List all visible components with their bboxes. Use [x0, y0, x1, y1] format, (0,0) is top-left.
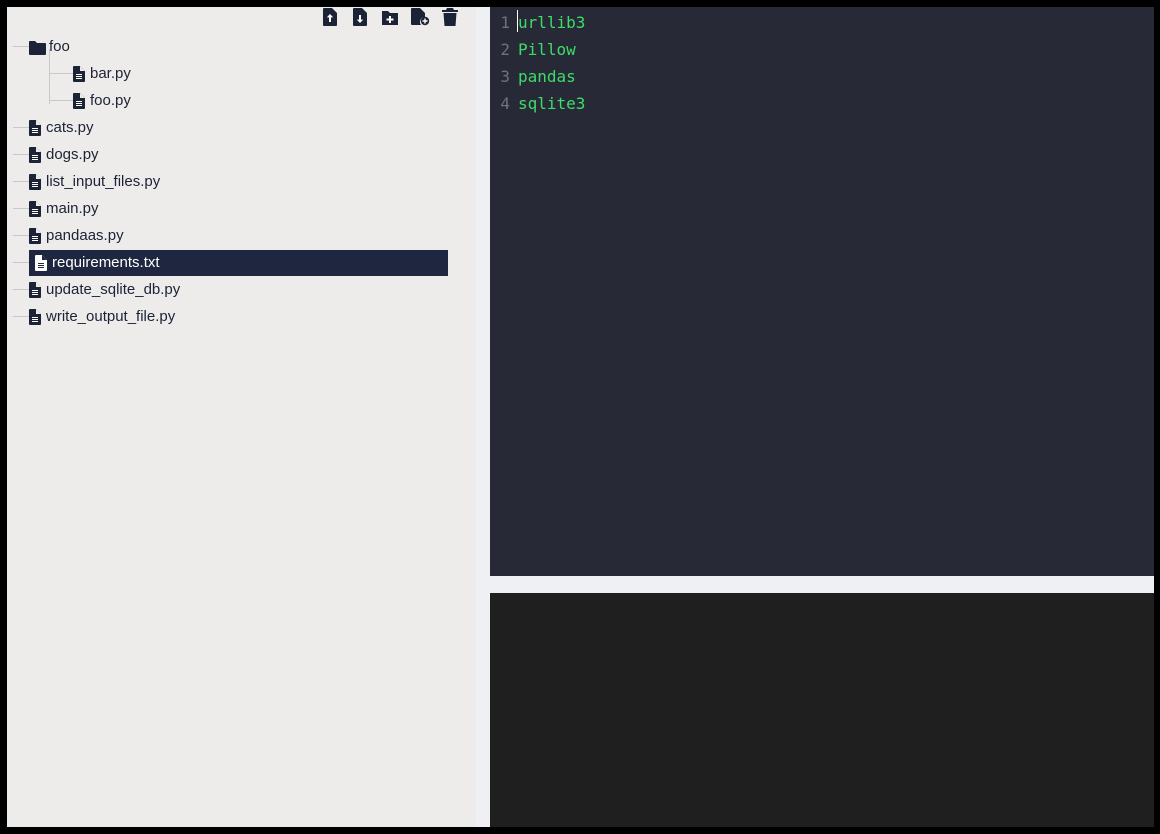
- code-text: pandas: [518, 67, 576, 86]
- tree-connector: [13, 127, 29, 128]
- file-lines-icon: [29, 146, 43, 163]
- explorer-toolbar: [315, 8, 465, 30]
- tree-file[interactable]: write_output_file.py: [29, 304, 175, 330]
- terminal-panel[interactable]: [490, 593, 1154, 827]
- tree-row-file: cats.py: [7, 114, 476, 141]
- tree-file[interactable]: pandaas.py: [29, 223, 124, 249]
- editor-line: 2 Pillow: [490, 36, 1154, 63]
- tree-connector: [49, 73, 73, 74]
- tree-row-file: bar.py: [7, 60, 476, 87]
- file-lines-icon: [29, 173, 43, 190]
- tree-item-label: dogs.py: [46, 146, 99, 163]
- delete-button[interactable]: [435, 8, 465, 28]
- file-lines-icon: [29, 281, 43, 298]
- file-circle-plus-icon: [411, 8, 430, 26]
- file-lines-icon: [35, 254, 49, 271]
- file-lines-icon: [29, 227, 43, 244]
- code-editor[interactable]: 1 urllib3 2 Pillow 3 pandas 4 sqlite3: [490, 7, 1154, 576]
- file-arrow-down-icon: [353, 8, 367, 26]
- code-text: sqlite3: [518, 94, 586, 113]
- tree-connector: [13, 154, 29, 155]
- tree-file[interactable]: cats.py: [29, 115, 94, 141]
- line-number: 1: [500, 13, 510, 32]
- tree-item-label: foo.py: [90, 92, 131, 109]
- folder-plus-icon: [382, 11, 398, 25]
- tree-item-label: list_input_files.py: [46, 173, 161, 190]
- new-folder-button[interactable]: [375, 8, 405, 28]
- tree-item-label: pandaas.py: [46, 227, 124, 244]
- app-window: foo bar.py foo.py cats.py dogs.py list_inp…: [7, 7, 1154, 827]
- editor-line: 3 pandas: [490, 63, 1154, 90]
- tree-connector: [13, 289, 29, 290]
- file-lines-icon: [29, 308, 43, 325]
- file-lines-icon: [73, 65, 87, 82]
- tree-row-file: main.py: [7, 195, 476, 222]
- tree-item-label: write_output_file.py: [46, 308, 176, 325]
- file-arrow-up-icon: [323, 8, 337, 26]
- editor-line: 4 sqlite3: [490, 90, 1154, 117]
- file-lines-icon: [29, 200, 43, 217]
- code-text: Pillow: [518, 40, 576, 59]
- download-file-button[interactable]: [345, 8, 375, 28]
- tree-row-file: list_input_files.py: [7, 168, 476, 195]
- code-wrap: urllib3: [517, 10, 586, 32]
- tree-row-file: write_output_file.py: [7, 303, 476, 330]
- folder-icon: [29, 39, 46, 55]
- file-lines-icon: [29, 119, 43, 136]
- tree-item-label: cats.py: [46, 119, 94, 136]
- trash-icon: [442, 8, 458, 26]
- tree-connector: [13, 316, 29, 317]
- tree-file[interactable]: dogs.py: [29, 142, 99, 168]
- tree-file[interactable]: update_sqlite_db.py: [29, 277, 180, 303]
- tree-row-file: foo.py: [7, 87, 476, 114]
- tree-file[interactable]: bar.py: [73, 61, 131, 87]
- upload-file-button[interactable]: [315, 8, 345, 28]
- line-number: 3: [500, 67, 510, 86]
- tree-row-file: dogs.py: [7, 141, 476, 168]
- file-explorer: foo bar.py foo.py cats.py dogs.py list_inp…: [7, 7, 476, 827]
- tree-item-label: requirements.txt: [52, 254, 160, 271]
- line-number: 2: [500, 40, 510, 59]
- tree-connector: [13, 181, 29, 182]
- tree-file-selected[interactable]: requirements.txt: [29, 249, 448, 276]
- tree-row-folder: foo: [7, 33, 476, 60]
- code-text: urllib3: [518, 13, 586, 32]
- line-number: 4: [500, 94, 510, 113]
- tree-file[interactable]: list_input_files.py: [29, 169, 160, 195]
- tree-file[interactable]: main.py: [29, 196, 99, 222]
- tree-row-file: update_sqlite_db.py: [7, 276, 476, 303]
- tree-item-label: bar.py: [90, 65, 131, 82]
- file-lines-icon: [73, 92, 87, 109]
- tree-row-file: pandaas.py: [7, 222, 476, 249]
- tree-connector: [13, 262, 29, 263]
- editor-line: 1 urllib3: [490, 9, 1154, 36]
- tree-connector: [13, 46, 29, 47]
- new-file-button[interactable]: [405, 8, 435, 28]
- tree-row-file: requirements.txt: [7, 249, 476, 276]
- tree-connector: [13, 235, 29, 236]
- tree-item-label: update_sqlite_db.py: [46, 281, 181, 298]
- tree-connector: [49, 100, 73, 101]
- tree-file[interactable]: foo.py: [73, 88, 131, 114]
- tree-connector: [13, 208, 29, 209]
- tree-item-label: foo: [49, 38, 70, 55]
- file-tree: foo bar.py foo.py cats.py dogs.py list_inp…: [7, 33, 476, 330]
- tree-item-label: main.py: [46, 200, 99, 217]
